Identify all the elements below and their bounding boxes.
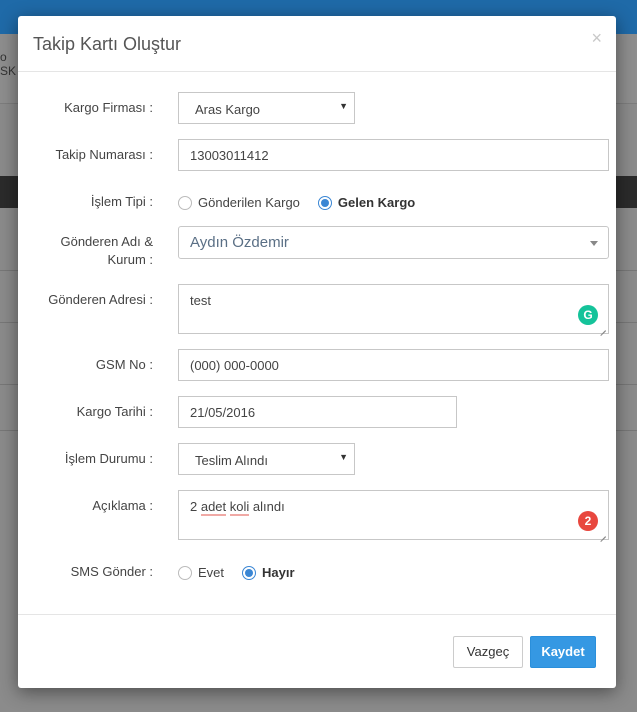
radio-label: Evet bbox=[198, 565, 225, 580]
tracking-number-value: 13003011412 bbox=[190, 148, 269, 163]
resize-handle[interactable] bbox=[599, 530, 607, 538]
cargo-company-select[interactable]: Aras Kargo ▼ bbox=[178, 92, 355, 124]
radio-option-no[interactable]: Hayır bbox=[242, 565, 295, 580]
radio-button[interactable] bbox=[178, 195, 192, 210]
cargo-date-label: Kargo Tarihi : bbox=[76, 404, 153, 419]
grammarly-icon[interactable]: G bbox=[578, 305, 598, 325]
operation-status-label: İşlem Durumu : bbox=[64, 451, 153, 466]
operation-type-label: İşlem Tipi : bbox=[90, 194, 153, 209]
sms-send-label: SMS Gönder : bbox=[70, 564, 153, 579]
radio-option-sent-cargo[interactable]: Gönderilen Kargo bbox=[178, 195, 300, 210]
gsm-value: (000) 000-0000 bbox=[190, 358, 279, 373]
create-tracking-card-modal: Takip Kartı Oluştur × Kargo Firması : Ar… bbox=[18, 16, 616, 688]
sender-name-value: Aydın Özdemir bbox=[190, 234, 289, 251]
chevron-down-icon: ▼ bbox=[339, 101, 348, 111]
caret-down-icon bbox=[590, 241, 598, 246]
sender-name-label: Gönderen Adı & Kurum : bbox=[60, 234, 153, 267]
radio-label: Gönderilen Kargo bbox=[198, 195, 300, 210]
radio-button-checked[interactable] bbox=[242, 565, 257, 580]
gsm-input[interactable]: (000) 000-0000 bbox=[178, 349, 609, 381]
cargo-company-value: Aras Kargo bbox=[195, 102, 261, 117]
resize-handle[interactable] bbox=[599, 324, 607, 332]
description-value: 2 adet koli alındı bbox=[190, 499, 285, 516]
radio-button[interactable] bbox=[178, 565, 192, 580]
operation-status-select[interactable]: Teslim Alındı ▼ bbox=[178, 443, 355, 475]
cancel-button[interactable]: Vazgeç bbox=[453, 636, 523, 668]
gsm-label: GSM No : bbox=[95, 357, 153, 372]
tracking-number-label: Takip Numarası : bbox=[55, 147, 153, 162]
chevron-down-icon: ▼ bbox=[339, 452, 348, 462]
radio-label: Gelen Kargo bbox=[337, 195, 416, 210]
cargo-company-label: Kargo Firması : bbox=[64, 100, 153, 115]
tracking-number-input[interactable]: 13003011412 bbox=[178, 139, 609, 171]
radio-option-incoming-cargo[interactable]: Gelen Kargo bbox=[317, 195, 416, 210]
spelling-underline: adet bbox=[200, 499, 227, 516]
sender-address-value: test bbox=[190, 293, 211, 308]
sender-address-label: Gönderen Adresi : bbox=[48, 292, 153, 307]
issues-badge-icon[interactable]: 2 bbox=[578, 511, 598, 531]
operation-type-radio-group: Gönderilen Kargo Gelen Kargo bbox=[178, 195, 433, 210]
modal-title: Takip Kartı Oluştur bbox=[33, 34, 182, 54]
radio-option-yes[interactable]: Evet bbox=[178, 565, 224, 580]
description-label: Açıklama : bbox=[92, 498, 153, 513]
close-icon[interactable]: × bbox=[591, 28, 602, 48]
modal-header: Takip Kartı Oluştur × bbox=[18, 16, 616, 72]
sender-address-textarea[interactable]: test G bbox=[178, 284, 609, 334]
operation-status-value: Teslim Alındı bbox=[195, 453, 268, 468]
sender-name-select[interactable]: Aydın Özdemir bbox=[178, 226, 609, 259]
cargo-date-input[interactable]: 21/05/2016 bbox=[178, 396, 457, 428]
radio-label: Hayır bbox=[262, 565, 295, 580]
cargo-date-value: 21/05/2016 bbox=[190, 405, 256, 420]
description-textarea[interactable]: 2 adet koli alındı 2 bbox=[178, 490, 609, 540]
spelling-underline: koli bbox=[229, 499, 250, 516]
radio-button-checked[interactable] bbox=[317, 195, 332, 210]
sms-send-radio-group: Evet Hayır bbox=[178, 565, 313, 580]
save-button[interactable]: Kaydet bbox=[530, 636, 596, 668]
modal-footer: Vazgeç Kaydet bbox=[18, 614, 616, 688]
background-text: o SK bbox=[0, 50, 17, 78]
